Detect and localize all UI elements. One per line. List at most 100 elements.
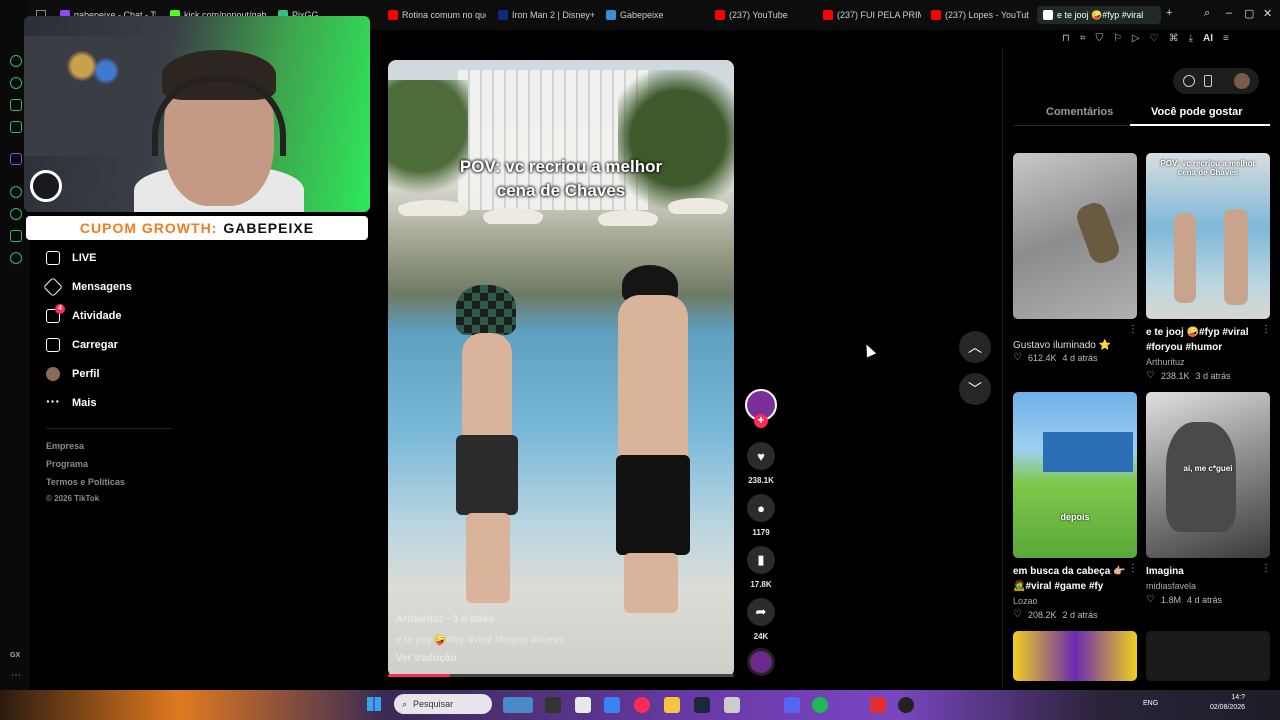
app-icon[interactable] bbox=[604, 697, 620, 713]
nav-messages[interactable]: Mensagens bbox=[43, 277, 132, 297]
share-button[interactable]: ➦ bbox=[747, 598, 775, 626]
device-icon[interactable] bbox=[1204, 75, 1212, 87]
previous-video-button[interactable]: ︿ bbox=[959, 331, 991, 363]
tab-youtube-lopes[interactable]: (237) Lopes - YouTub bbox=[931, 6, 1029, 24]
video-thumbnail[interactable] bbox=[1013, 153, 1137, 319]
tab-recommended[interactable]: Você pode gostar bbox=[1151, 106, 1242, 118]
bookmark-icon[interactable]: ⊓ bbox=[1062, 33, 1070, 44]
posted-age: 4 d atrás bbox=[1062, 352, 1098, 363]
windows-start-icon[interactable] bbox=[367, 697, 381, 711]
video-thumbnail[interactable]: depois bbox=[1013, 392, 1137, 558]
ai-button[interactable]: AI bbox=[1203, 33, 1213, 44]
taskbar-search-placeholder: Pesquisar bbox=[413, 699, 454, 709]
heart-icon[interactable]: ♡ bbox=[1150, 33, 1159, 44]
minimize-icon[interactable]: – bbox=[1226, 7, 1232, 19]
sidebar-more-icon[interactable]: ⋯ bbox=[11, 670, 21, 681]
sidebar-messenger-icon[interactable] bbox=[10, 55, 22, 67]
torso bbox=[618, 295, 688, 465]
follow-plus-icon[interactable]: + bbox=[754, 414, 768, 428]
more-options-icon[interactable]: ⋮ bbox=[1128, 324, 1138, 335]
music-disc-icon[interactable] bbox=[747, 648, 775, 676]
video-player[interactable]: POV: vc recriou a melhor cena de Chaves … bbox=[388, 60, 734, 677]
shield-icon[interactable]: ⛉ bbox=[1095, 33, 1103, 44]
messages-icon bbox=[43, 277, 63, 297]
sidebar-extensions-icon[interactable] bbox=[10, 230, 22, 242]
sidebar-player-icon[interactable] bbox=[10, 186, 22, 198]
user-avatar[interactable] bbox=[1234, 73, 1250, 89]
sidebar-instagram-icon[interactable] bbox=[10, 99, 22, 111]
nav-profile[interactable]: Perfil bbox=[46, 364, 100, 384]
nav-activity[interactable]: 4 Atividade bbox=[46, 304, 122, 326]
video-progress-bar[interactable] bbox=[388, 674, 734, 677]
taskbar-search[interactable]: ⌕ Pesquisar bbox=[394, 694, 492, 714]
video-author[interactable]: Arthurituz · 3 d atrás bbox=[396, 614, 494, 625]
more-options-icon[interactable]: ⋮ bbox=[1128, 563, 1138, 574]
active-tab-indicator bbox=[1130, 124, 1270, 126]
footer-link-company[interactable]: Empresa bbox=[46, 441, 84, 451]
tab-title: Iron Man 2 | Disney+ bbox=[512, 10, 596, 20]
tab-gabepeixe[interactable]: Gabepeixe bbox=[606, 6, 702, 24]
more-options-icon[interactable]: ⋮ bbox=[1261, 324, 1271, 335]
spotify-icon[interactable] bbox=[812, 697, 828, 713]
video-thumbnail[interactable]: POV: vc recriou a melhor cena de Chaves bbox=[1146, 153, 1270, 319]
footer-link-program[interactable]: Programa bbox=[46, 459, 88, 469]
thumb-title[interactable]: em busca da cabeça 👉🏼 🧟#viral #game #fy bbox=[1013, 564, 1131, 594]
thumb-title[interactable]: Imagina bbox=[1146, 564, 1264, 579]
comment-button[interactable]: ● bbox=[747, 494, 775, 522]
tab-comments[interactable]: Comentários bbox=[1046, 106, 1113, 118]
next-video-button[interactable]: ﹀ bbox=[959, 373, 991, 405]
thumb-title[interactable]: e te jooj 🤪#fyp #viral #foryou #humor bbox=[1146, 325, 1264, 355]
video-thumbnail[interactable]: ai, me c*guei bbox=[1146, 392, 1270, 558]
video-thumbnail[interactable] bbox=[1146, 631, 1270, 681]
sidebar-twitch-icon[interactable] bbox=[10, 153, 22, 165]
translate-icon[interactable]: ⚐ bbox=[1113, 33, 1122, 44]
app-icon[interactable] bbox=[870, 697, 886, 713]
video-description[interactable]: e te jooj 🤪#fyp #viral #foryou #humor bbox=[396, 635, 565, 646]
sidebar-music-icon[interactable] bbox=[10, 121, 22, 133]
thumb-author[interactable]: Lozao bbox=[1013, 596, 1038, 606]
sidebar-whatsapp-icon[interactable] bbox=[10, 77, 22, 89]
tab-youtube-fui[interactable]: (237) FUI PELA PRIME bbox=[823, 6, 921, 24]
extensions-icon[interactable]: ⌘ bbox=[1169, 33, 1179, 44]
discord-icon[interactable] bbox=[784, 697, 800, 713]
tab-youtube-home[interactable]: (237) YouTube bbox=[715, 6, 813, 24]
play-icon[interactable]: ▷ bbox=[1132, 33, 1140, 44]
nav-live[interactable]: LIVE bbox=[46, 248, 96, 268]
new-tab-button[interactable]: + bbox=[1166, 7, 1172, 19]
tab-tiktok-active[interactable]: e te jooj 🤪#fyp #viral bbox=[1037, 6, 1161, 24]
coin-icon[interactable] bbox=[1183, 75, 1195, 87]
footer-link-terms[interactable]: Termos e Políticas bbox=[46, 477, 125, 487]
search-icon[interactable]: ⌕ bbox=[1204, 7, 1210, 20]
screenshot-icon[interactable]: ⌗ bbox=[1080, 33, 1086, 44]
file-explorer-icon[interactable] bbox=[664, 697, 680, 713]
menu-icon[interactable]: ≡ bbox=[1223, 33, 1229, 44]
app-icon[interactable] bbox=[575, 697, 591, 713]
translate-link[interactable]: Ver tradução bbox=[396, 653, 457, 664]
thumb-author[interactable]: midiasfavela bbox=[1146, 581, 1196, 591]
sidebar-settings-icon[interactable] bbox=[10, 252, 22, 264]
download-icon[interactable]: ⤓ bbox=[1189, 33, 1193, 44]
like-button[interactable]: ♥ bbox=[747, 442, 775, 470]
maximize-icon[interactable]: ▢ bbox=[1244, 7, 1254, 20]
nav-more[interactable]: ··· Mais bbox=[46, 393, 96, 413]
task-view-icon[interactable] bbox=[545, 697, 561, 713]
tab-youtube-rotina[interactable]: Rotina comum no que bbox=[388, 6, 486, 24]
sidebar-history-icon[interactable] bbox=[10, 208, 22, 220]
more-options-icon[interactable]: ⋮ bbox=[1261, 563, 1271, 574]
thumb-author[interactable]: Arthurituz bbox=[1146, 357, 1185, 367]
tab-title: Rotina comum no que bbox=[402, 10, 486, 20]
steam-icon[interactable] bbox=[694, 697, 710, 713]
nav-upload[interactable]: Carregar bbox=[46, 335, 118, 355]
taskbar-clock[interactable]: 14:? 02/08/2026 bbox=[1201, 693, 1245, 713]
taskbar-widget-icon[interactable] bbox=[503, 697, 533, 713]
keyboard-language[interactable]: ENG bbox=[1143, 700, 1158, 707]
opera-gx-icon[interactable] bbox=[634, 697, 650, 713]
video-thumbnail[interactable] bbox=[1013, 631, 1137, 681]
thumb-title[interactable]: Gustavo iluminado ⭐ bbox=[1013, 338, 1131, 353]
save-button[interactable]: ▮ bbox=[747, 546, 775, 574]
obs-icon[interactable] bbox=[898, 697, 914, 713]
close-icon[interactable]: ✕ bbox=[1263, 7, 1272, 20]
app-icon[interactable] bbox=[724, 697, 740, 713]
tab-disney[interactable]: Iron Man 2 | Disney+ bbox=[498, 6, 598, 24]
stream-logo-icon bbox=[30, 170, 62, 202]
